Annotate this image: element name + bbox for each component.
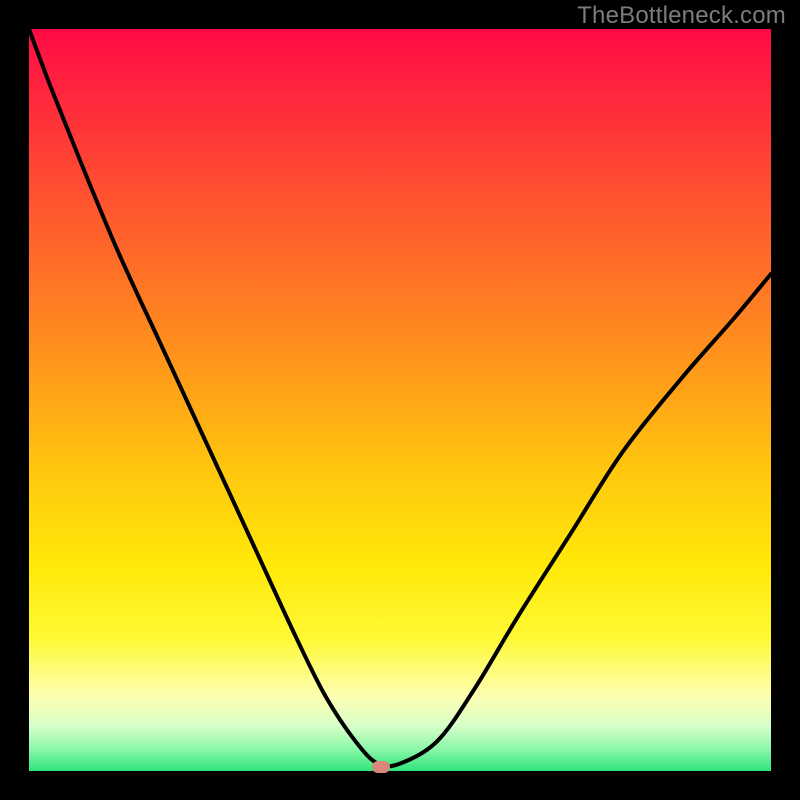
bottleneck-curve-path (29, 29, 771, 766)
watermark-text: TheBottleneck.com (577, 2, 786, 30)
bottleneck-chart (29, 29, 771, 771)
optimum-marker (372, 761, 390, 773)
outer-frame: TheBottleneck.com (0, 0, 800, 800)
